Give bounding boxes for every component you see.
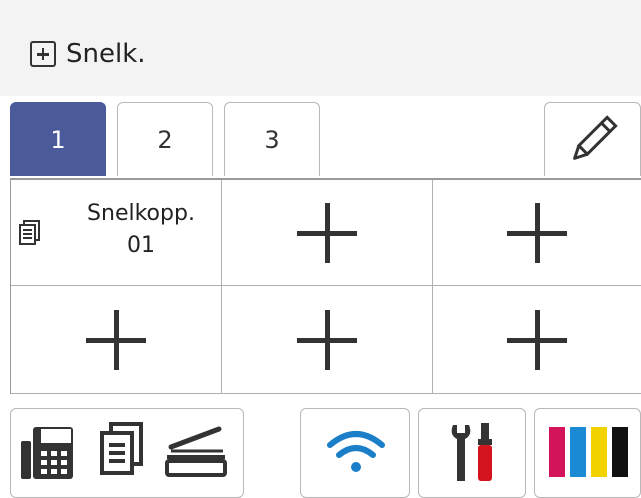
tab-label: 3 (264, 125, 280, 154)
scan-icon (165, 426, 227, 477)
add-box-icon (30, 41, 56, 67)
shortcut-tile-01[interactable]: Snelkopp. 01 (11, 180, 222, 286)
add-shortcut-tile[interactable] (433, 180, 641, 286)
add-shortcut-tile[interactable] (11, 286, 222, 394)
fax-icon (21, 427, 73, 479)
plus-icon (507, 202, 567, 263)
copy-icon (100, 422, 143, 475)
add-shortcut-tile[interactable] (222, 286, 433, 394)
plus-icon (297, 309, 357, 370)
plus-icon (507, 309, 567, 370)
tab-3[interactable]: 3 (224, 102, 320, 176)
tab-1[interactable]: 1 (10, 102, 106, 176)
pencil-icon (573, 115, 618, 160)
header-bar: Snelk. (0, 0, 641, 96)
shortcut-name: Snelkopp. (87, 201, 195, 226)
copy-document-icon (19, 220, 40, 245)
add-shortcut-tile[interactable] (433, 286, 641, 394)
tab-2[interactable]: 2 (117, 102, 213, 176)
ink-icon (549, 427, 628, 477)
edit-button[interactable] (544, 102, 641, 176)
settings-tools-icon (451, 423, 492, 481)
page-title: Snelk. (66, 39, 146, 69)
wifi-button[interactable] (300, 408, 410, 498)
shortcut-number: 01 (127, 233, 155, 258)
plus-icon (297, 202, 357, 263)
tab-label: 2 (157, 125, 173, 154)
settings-button[interactable] (418, 408, 526, 498)
wifi-icon (327, 431, 385, 472)
plus-icon (86, 309, 146, 370)
ink-button[interactable] (534, 408, 641, 498)
fax-copy-scan-button[interactable] (10, 408, 244, 498)
shortcut-grid: Snelkopp. 01 (10, 178, 641, 394)
tab-label: 1 (50, 125, 66, 154)
add-shortcut-tile[interactable] (222, 180, 433, 286)
shortcut-label: Snelkopp. 01 (61, 198, 221, 262)
